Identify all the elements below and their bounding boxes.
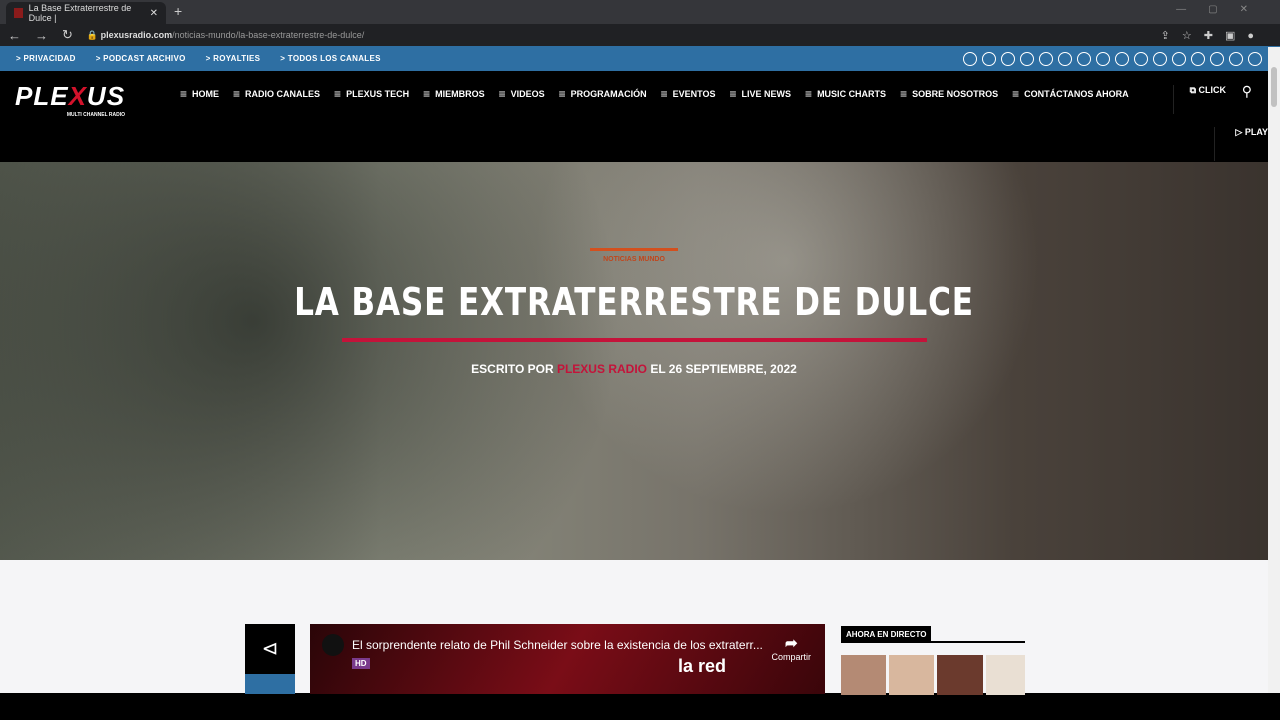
- pinterest-icon[interactable]: [1115, 51, 1129, 66]
- social-icon[interactable]: [1001, 51, 1015, 66]
- social-icon[interactable]: [1058, 51, 1072, 66]
- artist-thumb[interactable]: [889, 655, 935, 695]
- social-icon[interactable]: [1153, 51, 1167, 66]
- social-icons: [963, 51, 1262, 66]
- artist-thumb[interactable]: [937, 655, 983, 695]
- main-menu: HOME RADIO CANALES PLEXUS TECH MIEMBROS …: [180, 87, 1129, 101]
- link-privacidad[interactable]: > PRIVACIDAD: [16, 54, 76, 63]
- artist-thumbnails: [841, 655, 1025, 695]
- favicon-icon: [14, 8, 23, 18]
- address-bar-row: ← → ↻ 🔒 plexusradio.com/noticias-mundo/la-…: [0, 24, 1280, 46]
- main-nav: PLEXUSMULTI CHANNEL RADIO HOME RADIO CAN…: [0, 71, 1280, 161]
- facebook-icon[interactable]: [1020, 51, 1034, 66]
- nav-home[interactable]: HOME: [180, 87, 219, 101]
- nav-videos[interactable]: VIDEOS: [499, 87, 545, 101]
- new-tab-button[interactable]: +: [174, 3, 182, 19]
- twitter-icon[interactable]: [1210, 51, 1224, 66]
- vk-icon[interactable]: [1248, 51, 1262, 66]
- play-button[interactable]: ▷ PLAY: [1214, 127, 1268, 161]
- nav-sobre-nosotros[interactable]: SOBRE NOSOTROS: [900, 87, 998, 101]
- social-icon[interactable]: [1191, 51, 1205, 66]
- browser-tabbar: La Base Extraterrestre de Dulce | ✕ + —▢✕: [0, 0, 1280, 24]
- link-podcast-archivo[interactable]: > PODCAST ARCHIVO: [96, 54, 186, 63]
- nav-music-charts[interactable]: MUSIC CHARTS: [805, 87, 886, 101]
- category-link[interactable]: NOTICIAS MUNDO: [0, 256, 1268, 263]
- soundcloud-icon[interactable]: [1172, 51, 1186, 66]
- social-icon[interactable]: [982, 51, 996, 66]
- top-links-bar: > PRIVACIDAD > PODCAST ARCHIVO > ROYALTI…: [0, 46, 1280, 71]
- social-icon[interactable]: [963, 51, 977, 66]
- social-icon[interactable]: [1039, 51, 1053, 66]
- youtube-embed[interactable]: El sorprendente relato de Phil Schneider…: [310, 624, 825, 694]
- nav-radio-canales[interactable]: RADIO CANALES: [233, 87, 320, 101]
- hd-badge: HD: [352, 658, 370, 669]
- sidebar-heading: AHORA EN DIRECTO: [841, 626, 932, 643]
- reload-icon[interactable]: ↻: [62, 27, 73, 43]
- share-arrow-icon: ➦: [784, 635, 798, 652]
- nav-live-news[interactable]: LIVE NEWS: [730, 87, 792, 101]
- video-share-button[interactable]: ➦ Compartir: [771, 634, 811, 662]
- nav-plexus-tech[interactable]: PLEXUS TECH: [334, 87, 409, 101]
- nav-programacion[interactable]: PROGRAMACIÓN: [559, 87, 647, 101]
- live-sidebar: AHORA EN DIRECTO: [841, 624, 1025, 695]
- category-divider: [590, 248, 678, 251]
- author-link[interactable]: PLEXUS RADIO: [557, 362, 647, 376]
- back-icon[interactable]: ←: [8, 28, 21, 43]
- article-content: ⊲ El sorprendente relato de Phil Schneid…: [0, 560, 1268, 695]
- share-secondary-button[interactable]: [245, 674, 295, 694]
- window-controls[interactable]: —▢✕: [1176, 4, 1270, 15]
- link-todos-canales[interactable]: > TODOS LOS CANALES: [280, 54, 380, 63]
- share-icon[interactable]: ⊲: [245, 624, 295, 674]
- channel-watermark: la red: [678, 656, 727, 676]
- social-icon[interactable]: [1077, 51, 1091, 66]
- link-royalties[interactable]: > ROYALTIES: [206, 54, 261, 63]
- artist-thumb[interactable]: [841, 655, 887, 695]
- vine-icon[interactable]: [1229, 51, 1243, 66]
- nav-miembros[interactable]: MIEMBROS: [423, 87, 485, 101]
- scrollbar[interactable]: [1268, 47, 1280, 693]
- browser-tab[interactable]: La Base Extraterrestre de Dulce | ✕: [6, 2, 166, 24]
- click-button[interactable]: ⧉ CLICK: [1172, 85, 1226, 114]
- scrollbar-thumb[interactable]: [1271, 67, 1277, 107]
- url-field[interactable]: 🔒 plexusradio.com/noticias-mundo/la-base…: [86, 29, 1147, 41]
- artist-thumb[interactable]: [985, 655, 1025, 695]
- title-underline: [342, 338, 927, 342]
- channel-logo[interactable]: [322, 634, 344, 656]
- close-tab-icon[interactable]: ✕: [150, 8, 158, 19]
- nav-contactanos[interactable]: CONTÁCTANOS AHORA: [1012, 87, 1129, 101]
- linkedin-icon[interactable]: [1096, 51, 1110, 66]
- byline: ESCRITO POR PLEXUS RADIO EL 26 SEPTIEMBR…: [471, 362, 797, 376]
- plexus-logo[interactable]: PLEXUS MULTI CHANNEL RADIO: [15, 81, 125, 118]
- forward-icon[interactable]: →: [35, 28, 48, 43]
- video-title[interactable]: El sorprendente relato de Phil Schneider…: [352, 638, 763, 652]
- nav-eventos[interactable]: EVENTOS: [661, 87, 716, 101]
- browser-actions[interactable]: ⇪☆✚▣●: [1161, 29, 1266, 42]
- hero-banner: NOTICIAS MUNDO LA BASE EXTRATERRESTRE DE…: [0, 162, 1268, 560]
- rss-icon[interactable]: [1134, 51, 1148, 66]
- search-icon[interactable]: ⚲: [1242, 83, 1252, 100]
- page-title: LA BASE EXTRATERRESTRE DE DULCE: [294, 280, 974, 324]
